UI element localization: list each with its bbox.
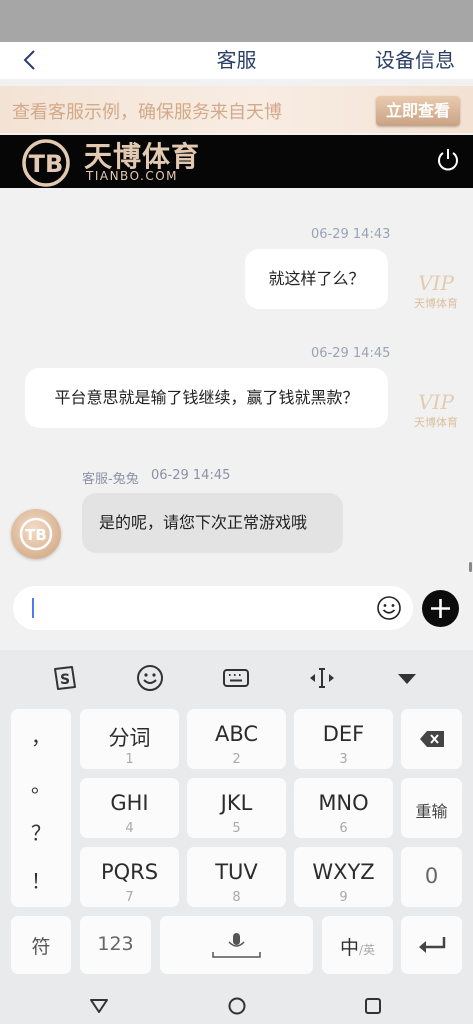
power-icon[interactable] [435, 147, 461, 173]
status-bar [0, 0, 473, 42]
key-number: 2 [232, 752, 241, 767]
vip-badge-label: 天博体育 [414, 297, 458, 310]
svg-text:S: S [60, 672, 70, 688]
space-voice-key[interactable] [160, 916, 313, 974]
microphone-icon [212, 933, 261, 958]
agent-name: 客服-兔兔 [82, 472, 139, 487]
tianbo-logo-icon: TB [22, 139, 70, 187]
key-label: ABC [214, 722, 259, 746]
svg-text:TB: TB [25, 526, 47, 544]
key-label: 重输 [415, 802, 448, 821]
key-number: 9 [339, 890, 348, 905]
key-label: PQRS [100, 860, 159, 884]
emoji-icon[interactable] [135, 663, 165, 693]
key-number: 8 [232, 890, 241, 905]
key-number: 3 [339, 752, 348, 767]
home-circle-icon[interactable] [225, 994, 249, 1018]
sogou-logo-icon[interactable]: S [50, 663, 80, 693]
key-number: 5 [232, 821, 241, 836]
key-3[interactable]: DEF 3 [294, 709, 393, 769]
key-label: 0 [424, 864, 439, 888]
key-7[interactable]: PQRS 7 [80, 847, 179, 907]
key-4[interactable]: GHI 4 [80, 778, 179, 838]
vip-mark-icon: VIP [418, 390, 454, 414]
key-2[interactable]: ABC 2 [187, 709, 286, 769]
key-number: 4 [125, 821, 134, 836]
key-label: GHI [110, 791, 149, 815]
punctuation-column[interactable]: ， 。 ？ ！ [11, 709, 71, 907]
vip-badge-label: 天博体育 [414, 416, 458, 429]
collapse-keyboard-icon[interactable] [392, 663, 422, 693]
keyboard-icon[interactable] [221, 663, 251, 693]
key-number: 6 [339, 821, 348, 836]
key-label: WXYZ [312, 860, 375, 884]
scrollbar[interactable] [469, 562, 472, 572]
user-message-bubble: 平台意思就是输了钱继续，赢了钱就黑款？ [25, 368, 388, 428]
svg-text:VIP: VIP [418, 271, 454, 295]
key-label: DEF [322, 722, 365, 746]
punct-key[interactable]: ？ [11, 817, 71, 846]
input-row [0, 574, 473, 650]
agent-avatar[interactable]: TB [11, 509, 61, 559]
key-5[interactable]: JKL 5 [187, 778, 286, 838]
key-number: 7 [125, 890, 134, 905]
nav-bar: 客服 设备信息 [0, 42, 473, 79]
agent-message-bubble: 是的呢，请您下次正常游戏哦 [82, 493, 343, 553]
key-label: TUV [215, 860, 258, 884]
message-timestamp: 06-29 14:43 [311, 227, 391, 242]
svg-text:TB: TB [29, 150, 64, 178]
key-number: 1 [125, 752, 134, 767]
message-timestamp: 06-29 14:45 [311, 346, 391, 361]
numbers-key[interactable]: 123 [80, 916, 151, 974]
cursor-move-icon[interactable] [307, 663, 337, 693]
device-info-button[interactable]: 设备信息 [375, 44, 455, 73]
language-label: 中/英 [339, 937, 376, 959]
retype-key[interactable]: 重输 [401, 778, 462, 838]
add-attachment-button[interactable] [422, 590, 459, 627]
system-nav-bar [0, 988, 473, 1024]
key-label: MNO [318, 791, 369, 815]
brand-name-en: TIANBO.COM [86, 169, 179, 183]
key-label: 分词 [108, 726, 151, 750]
user-message-bubble: 就这样了么？ [245, 249, 388, 309]
brand-header: TB 天博体育 TIANBO.COM [0, 135, 473, 188]
key-9[interactable]: WXYZ 9 [294, 847, 393, 907]
key-8[interactable]: TUV 8 [187, 847, 286, 907]
tianbo-logo-icon: TB [19, 517, 53, 551]
vip-mark-icon: VIP [418, 271, 454, 295]
message-input[interactable] [13, 586, 413, 630]
plus-icon [431, 599, 450, 618]
backspace-key[interactable] [401, 709, 462, 769]
vip-badge: VIP 天博体育 [413, 387, 459, 433]
svg-text:VIP: VIP [418, 390, 454, 414]
enter-icon [419, 937, 446, 953]
chat-area[interactable]: 06-29 14:43 就这样了么？ VIP 天博体育 06-29 14:45 … [0, 188, 473, 574]
emoji-icon[interactable] [376, 595, 402, 621]
key-label: 123 [97, 933, 134, 955]
punct-key[interactable]: ， [11, 721, 71, 750]
back-triangle-icon[interactable] [87, 994, 111, 1018]
key-label: JKL [220, 791, 253, 815]
enter-key[interactable] [401, 916, 462, 974]
key-label: 符 [31, 936, 51, 958]
key-0[interactable]: 0 [401, 847, 462, 907]
text-caret [32, 598, 34, 618]
symbols-key[interactable]: 符 [11, 916, 71, 974]
vip-badge: VIP 天博体育 [413, 268, 459, 314]
promo-text: 查看客服示例，确保服务来自天博 [12, 102, 282, 123]
recents-square-icon[interactable] [361, 994, 385, 1018]
message-timestamp: 06-29 14:45 [151, 468, 231, 483]
backspace-icon [420, 731, 444, 747]
key-1[interactable]: 分词 1 [80, 709, 179, 769]
punct-key[interactable]: 。 [11, 769, 71, 798]
punct-key[interactable]: ！ [11, 865, 71, 894]
keyboard: S ， 。 ？ ！ 分词 1 ABC 2 DEF 3 GHI 4 JKL 5 M… [0, 650, 473, 1024]
key-6[interactable]: MNO 6 [294, 778, 393, 838]
promo-banner: 查看客服示例，确保服务来自天博 立即查看 [0, 86, 473, 133]
language-switch-key[interactable]: 中/英 [322, 916, 393, 974]
view-now-button[interactable]: 立即查看 [376, 96, 460, 126]
